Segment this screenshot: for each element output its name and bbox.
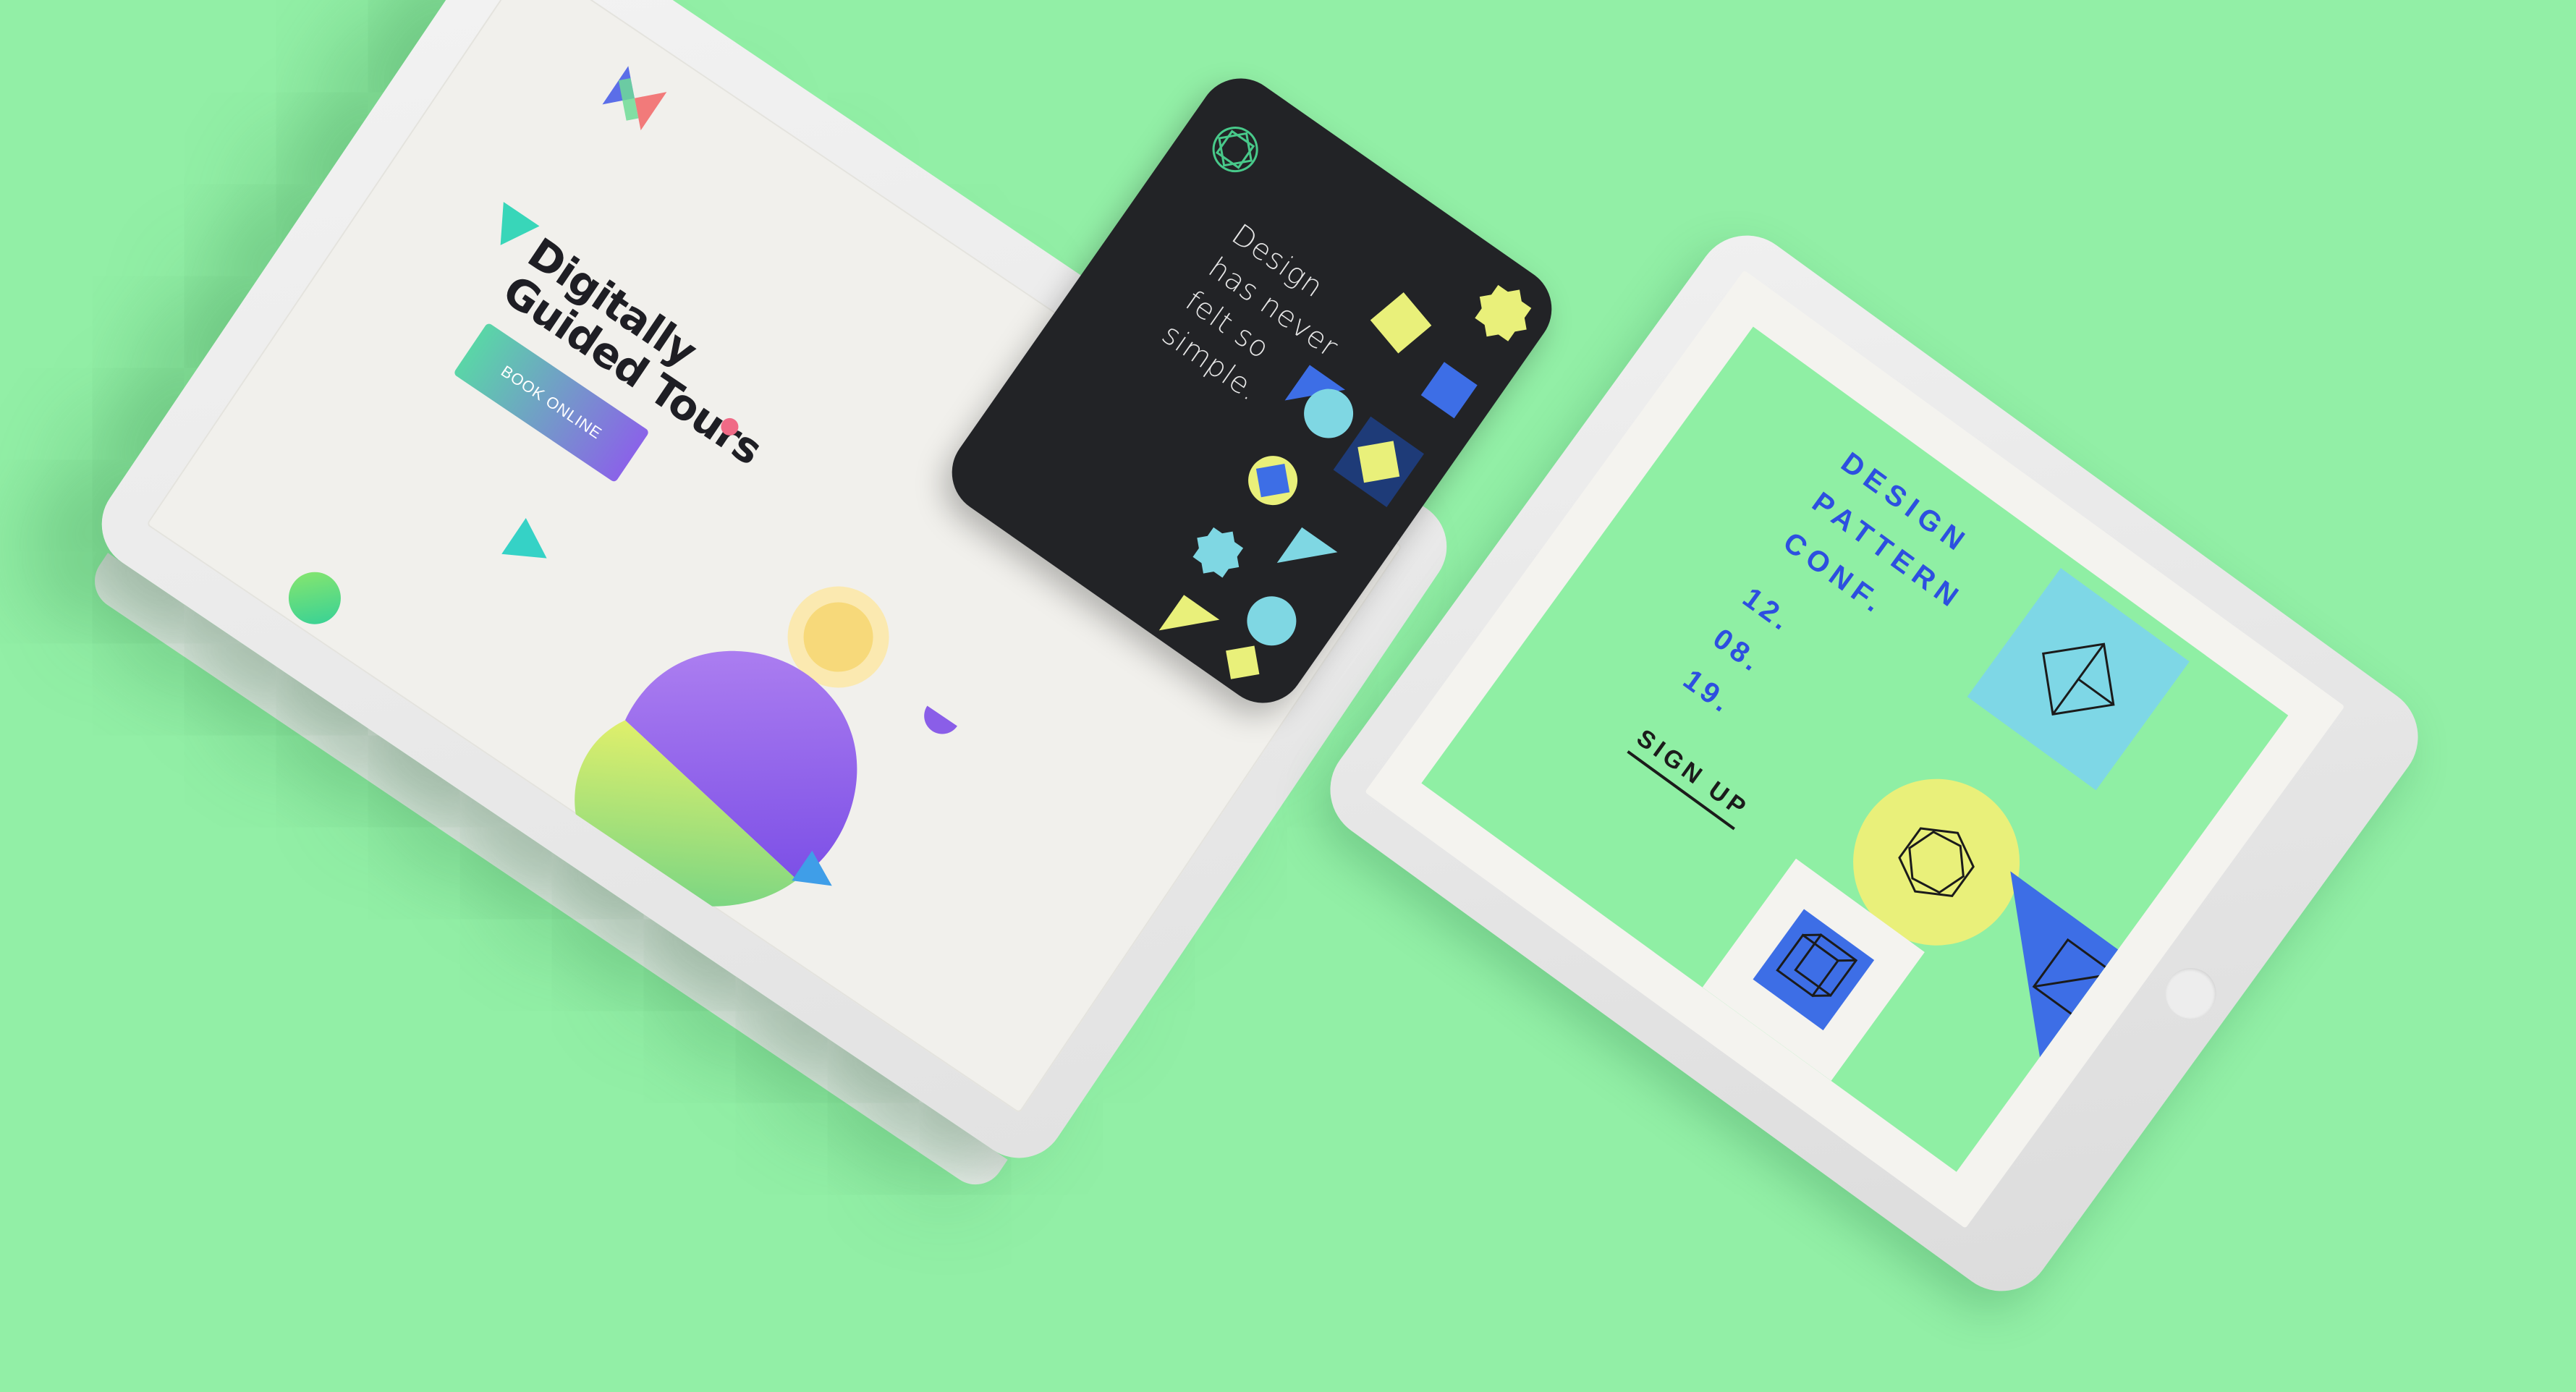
geometric-emblem-icon[interactable] [1200,114,1270,184]
cyan-star-shape [1192,527,1244,578]
yellow-star-shape [1475,284,1532,341]
conference-date: 12. 08. 19. [1672,574,1805,728]
cyan-circle-shape-2 [1247,596,1297,646]
yellow-diamond-shape-2 [1226,645,1260,679]
tablet-screen: DESIGN PATTERN CONF. 12. 08. 19. SIGN UP [1421,326,2289,1172]
blue-square-shape [1420,362,1478,419]
tablet-home-button[interactable] [2155,958,2227,1029]
x-logo-icon[interactable] [594,58,674,138]
blue-diamond-shape [1255,463,1290,498]
yellow-diamond-shape [1357,441,1400,483]
cyan-triangle-shape [1276,527,1338,563]
yellow-square-shape [1370,292,1432,354]
sign-up-button[interactable]: SIGN UP [1627,723,1755,831]
teal-triangle-shape-2 [501,517,547,559]
